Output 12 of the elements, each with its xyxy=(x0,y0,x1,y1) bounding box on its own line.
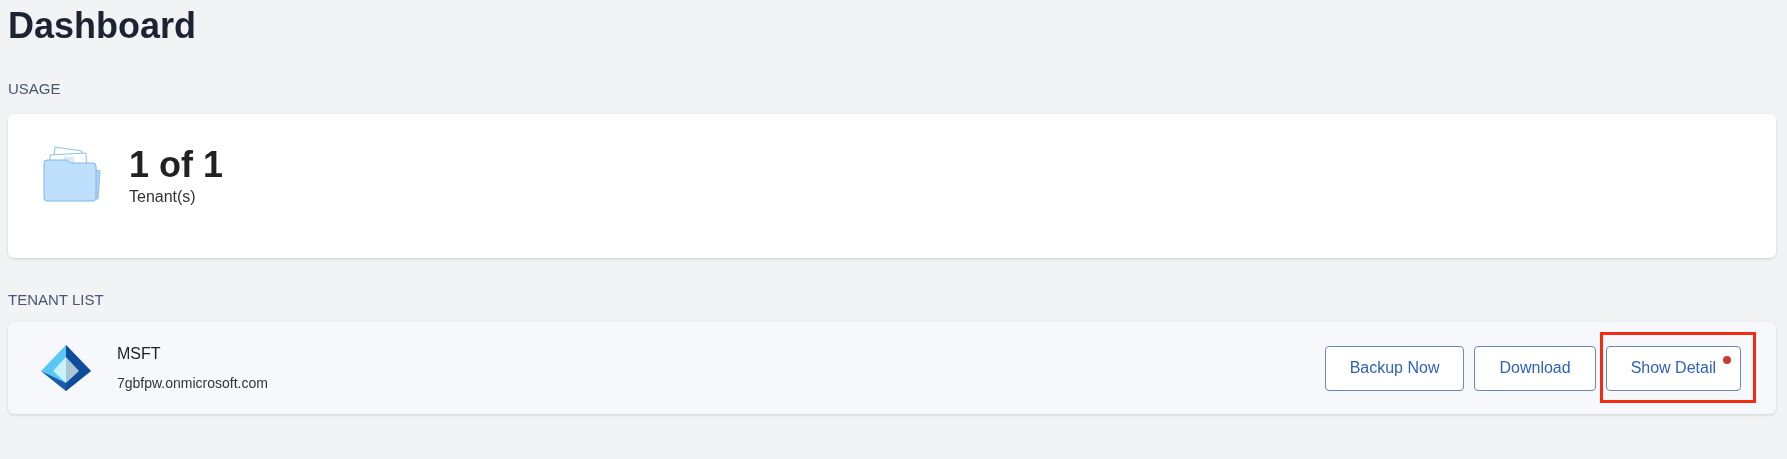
usage-label: Tenant(s) xyxy=(129,187,197,207)
folder-icon xyxy=(42,145,104,203)
action-button[interactable]: Backup Now xyxy=(1324,345,1465,391)
usage-count: 1 of 1 xyxy=(129,145,224,185)
action-button[interactable]: Show Detail xyxy=(1605,345,1741,391)
section-heading: TENANT LIST xyxy=(8,291,104,308)
tenant-domain: 7gbfpw.onmicrosoft.com xyxy=(117,374,268,392)
tenant-name: MSFT xyxy=(117,344,162,364)
section-heading: USAGE xyxy=(8,80,61,97)
pyramid-logo-icon xyxy=(41,345,91,391)
page-title: Dashboard xyxy=(8,4,197,48)
action-button[interactable]: Download xyxy=(1474,345,1596,391)
